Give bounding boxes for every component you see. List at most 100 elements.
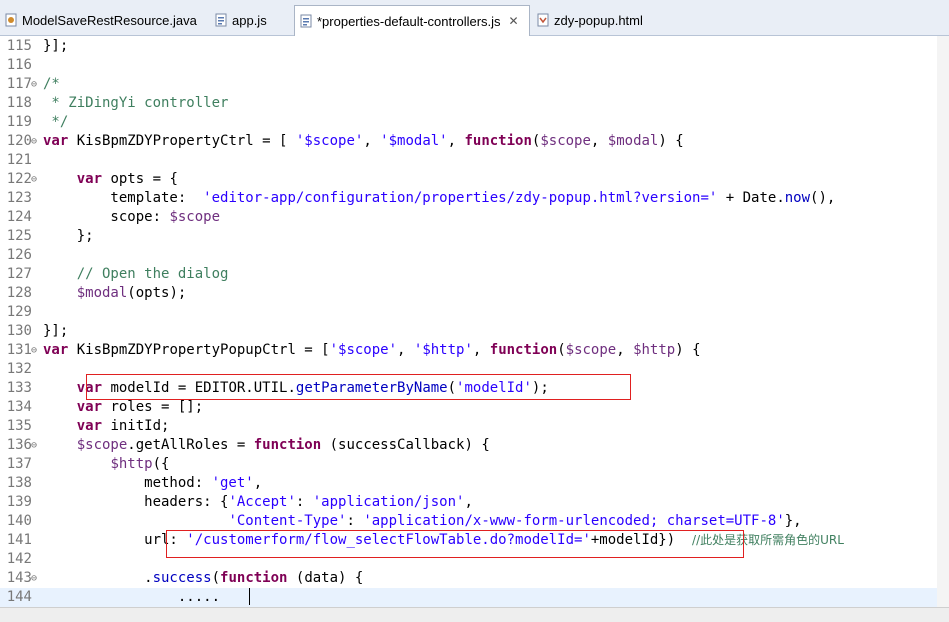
code-line: 135 var initId; bbox=[0, 417, 949, 436]
code-text: method: 'get', bbox=[43, 475, 263, 491]
code-text: var roles = []; bbox=[76, 399, 204, 415]
code-line: 119 */ bbox=[0, 113, 949, 132]
code-line: 120 ⊖ var KisBpmZDYPropertyCtrl = [ '$scop… bbox=[0, 132, 949, 151]
line-number: 140 bbox=[6, 513, 32, 529]
code-line: 128 $modal(opts); bbox=[0, 284, 949, 303]
code-line: 136 ⊖ $scope.getAllRoles = function (succ… bbox=[0, 436, 949, 455]
line-number: 128 bbox=[6, 285, 32, 301]
js-file-icon bbox=[299, 14, 313, 28]
code-text: }; bbox=[43, 228, 94, 244]
code-text: // Open the dialog bbox=[76, 266, 229, 282]
tab-label: *properties-default-controllers.js bbox=[317, 13, 501, 29]
editor-tab-bar: ModelSaveRestResource.java app.js *propert… bbox=[0, 0, 949, 36]
line-number: 144 bbox=[6, 589, 32, 605]
code-line: 131 ⊖ var KisBpmZDYPropertyPopupCtrl = ['$… bbox=[0, 341, 949, 360]
tab-properties-default-controllers-js[interactable]: *properties-default-controllers.js ✕ bbox=[294, 5, 530, 36]
code-text: }]; bbox=[43, 323, 69, 339]
line-number: 132 bbox=[6, 361, 32, 377]
line-number: 126 bbox=[6, 247, 32, 263]
line-number: 143 bbox=[6, 570, 32, 586]
code-text: var KisBpmZDYPropertyPopupCtrl = ['$scop… bbox=[43, 342, 701, 358]
code-line: 134 var roles = []; bbox=[0, 398, 949, 417]
line-number: 137 bbox=[6, 456, 32, 472]
line-number: 124 bbox=[6, 209, 32, 225]
line-number: 141 bbox=[6, 532, 32, 548]
fold-toggle-icon[interactable]: ⊖ bbox=[31, 569, 37, 588]
tab-app-js[interactable]: app.js bbox=[210, 6, 280, 34]
tab-modelsaverestresource-java[interactable]: ModelSaveRestResource.java bbox=[0, 6, 197, 34]
code-line: 125 }; bbox=[0, 227, 949, 246]
line-number: 119 bbox=[6, 114, 32, 130]
horizontal-scrollbar[interactable] bbox=[0, 607, 949, 622]
line-number: 118 bbox=[6, 95, 32, 111]
fold-toggle-icon[interactable]: ⊖ bbox=[31, 75, 37, 94]
line-number: 136 bbox=[6, 437, 32, 453]
code-line: 122 ⊖ var opts = { bbox=[0, 170, 949, 189]
line-number: 122 bbox=[6, 171, 32, 187]
code-line: 130}]; bbox=[0, 322, 949, 341]
code-line: 129 bbox=[0, 303, 949, 322]
code-text: $scope.getAllRoles = function (successCa… bbox=[76, 437, 490, 453]
code-text: }]; bbox=[43, 38, 69, 54]
java-file-icon bbox=[4, 13, 18, 27]
line-number: 134 bbox=[6, 399, 32, 415]
line-number: 117 bbox=[6, 76, 32, 92]
highlight-box-url bbox=[166, 530, 744, 558]
code-text: var opts = { bbox=[76, 171, 178, 187]
code-text: var initId; bbox=[76, 418, 170, 434]
code-text: /* bbox=[43, 76, 60, 92]
line-number: 125 bbox=[6, 228, 32, 244]
code-line: 117 ⊖ /* bbox=[0, 75, 949, 94]
code-text: template: 'editor-app/configuration/prop… bbox=[43, 190, 836, 206]
code-text: ..... bbox=[43, 589, 221, 605]
code-line: 140 'Content-Type': 'application/x-www-f… bbox=[0, 512, 949, 531]
line-number: 127 bbox=[6, 266, 32, 282]
line-number: 131 bbox=[6, 342, 32, 358]
code-text: 'Content-Type': 'application/x-www-form-… bbox=[228, 513, 802, 529]
tab-label: app.js bbox=[232, 12, 267, 28]
code-line: 138 method: 'get', bbox=[0, 474, 949, 493]
text-cursor bbox=[249, 588, 250, 605]
line-number: 130 bbox=[6, 323, 32, 339]
line-number: 121 bbox=[6, 152, 32, 168]
code-text: $modal(opts); bbox=[76, 285, 187, 301]
code-text: $http({ bbox=[110, 456, 170, 472]
fold-toggle-icon[interactable]: ⊖ bbox=[31, 341, 37, 360]
fold-toggle-icon[interactable]: ⊖ bbox=[31, 132, 37, 151]
js-file-icon bbox=[214, 13, 228, 27]
code-line: 118 * ZiDingYi controller bbox=[0, 94, 949, 113]
code-text: scope: $scope bbox=[43, 209, 221, 225]
code-editor[interactable]: 144 ..... 143 ⊖ .success(function (data) {… bbox=[0, 36, 949, 621]
code-line: 124 scope: $scope bbox=[0, 208, 949, 227]
html-file-icon bbox=[536, 13, 550, 27]
code-text: headers: {'Accept': 'application/json', bbox=[43, 494, 473, 510]
highlight-box-model-id bbox=[86, 374, 631, 400]
tab-zdy-popup-html[interactable]: zdy-popup.html bbox=[532, 6, 652, 34]
line-number: 135 bbox=[6, 418, 32, 434]
code-line: 143 ⊖ .success(function (data) { bbox=[0, 569, 949, 588]
line-number: 133 bbox=[6, 380, 32, 396]
code-line: 123 template: 'editor-app/configuration/… bbox=[0, 189, 949, 208]
fold-toggle-icon[interactable]: ⊖ bbox=[31, 436, 37, 455]
tab-label: ModelSaveRestResource.java bbox=[22, 12, 197, 28]
overview-ruler bbox=[937, 36, 949, 621]
code-line: 139 headers: {'Accept': 'application/jso… bbox=[0, 493, 949, 512]
line-number: 120 bbox=[6, 133, 32, 149]
line-number: 129 bbox=[6, 304, 32, 320]
code-line: 116 bbox=[0, 56, 949, 75]
code-text: var KisBpmZDYPropertyCtrl = [ '$scope', … bbox=[43, 133, 684, 149]
close-icon[interactable]: ✕ bbox=[509, 14, 519, 28]
code-text: * ZiDingYi controller bbox=[43, 95, 229, 111]
fold-toggle-icon[interactable]: ⊖ bbox=[31, 170, 37, 189]
code-line: 121 bbox=[0, 151, 949, 170]
code-line: 144 ..... bbox=[0, 588, 949, 607]
line-number: 138 bbox=[6, 475, 32, 491]
code-line: 115}]; bbox=[0, 37, 949, 56]
tab-label: zdy-popup.html bbox=[554, 12, 643, 28]
line-number: 142 bbox=[6, 551, 32, 567]
code-line: 137 $http({ bbox=[0, 455, 949, 474]
code-line: 127 // Open the dialog bbox=[0, 265, 949, 284]
line-number: 139 bbox=[6, 494, 32, 510]
line-number: 115 bbox=[6, 38, 32, 54]
line-number: 123 bbox=[6, 190, 32, 206]
